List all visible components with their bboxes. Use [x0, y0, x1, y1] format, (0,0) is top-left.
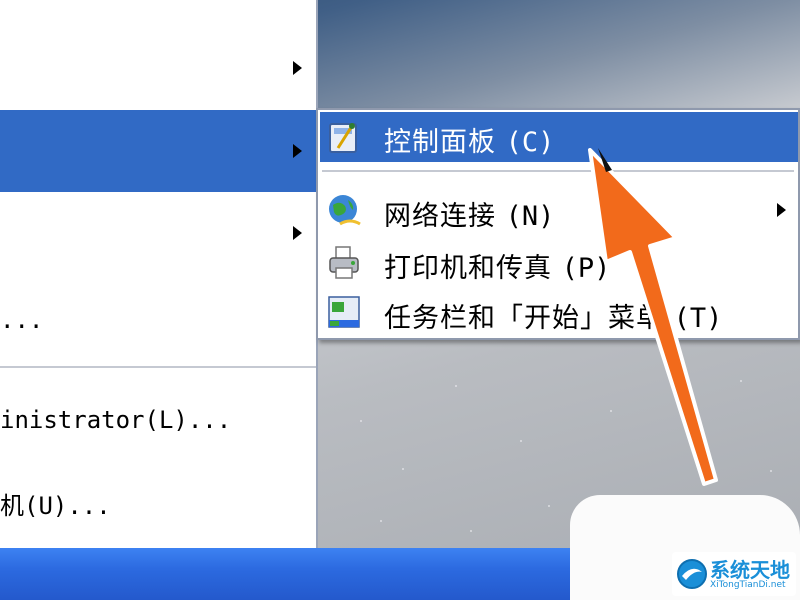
- control-panel-icon: [329, 123, 357, 153]
- start-menu-divider: [0, 366, 316, 368]
- submenu-item-label: 打印机和传真: [384, 253, 552, 284]
- start-menu-item-search[interactable]: [0, 205, 316, 261]
- submenu-arrow-icon: [293, 144, 302, 158]
- submenu-separator: [322, 170, 794, 172]
- submenu-item-label: 网络连接: [384, 201, 496, 232]
- start-menu-item-label: ...: [0, 306, 44, 334]
- submenu-item-shortcut: (T): [673, 303, 723, 334]
- start-menu-item-logoff[interactable]: inistrator(L)...: [0, 400, 316, 446]
- printer-icon: [329, 246, 359, 279]
- submenu-arrow-icon: [293, 226, 302, 240]
- submenu-item-shortcut: (N): [505, 201, 555, 232]
- submenu-arrow-icon: [777, 203, 786, 217]
- submenu-item-taskbar-start-menu[interactable]: 任务栏和「开始」菜单 (T): [320, 288, 798, 334]
- start-menu-item-run[interactable]: ...: [0, 300, 316, 346]
- watermark: 系统天地 XiTongTianDi.net: [672, 552, 796, 596]
- watermark-title: 系统天地: [710, 558, 790, 582]
- settings-submenu: 控制面板 (C) 网络连接 (N) 打印机和传真 (P) 任务栏和「开始」菜单 …: [316, 108, 800, 340]
- start-menu-item-label: inistrator(L)...: [0, 406, 232, 434]
- start-menu-item-settings[interactable]: [0, 110, 316, 192]
- submenu-item-shortcut: (C): [505, 127, 555, 158]
- submenu-item-network-connections[interactable]: 网络连接 (N): [320, 186, 798, 232]
- start-menu-item-upper[interactable]: [0, 40, 316, 96]
- submenu-item-label: 控制面板: [384, 127, 496, 158]
- submenu-item-printers-faxes[interactable]: 打印机和传真 (P): [320, 238, 798, 284]
- taskbar-settings-icon: [328, 296, 360, 328]
- start-menu-column: ... inistrator(L)... 机(U)...: [0, 0, 318, 548]
- start-menu-item-shutdown[interactable]: 机(U)...: [0, 478, 316, 524]
- network-globe-icon: [329, 195, 361, 226]
- watermark-logo-icon: [677, 559, 707, 589]
- submenu-item-shortcut: (P): [561, 253, 611, 284]
- submenu-item-label: 任务栏和「开始」菜单: [384, 303, 664, 334]
- start-menu-item-label: 机(U)...: [0, 492, 111, 520]
- watermark-url: XiTongTianDi.net: [710, 580, 786, 590]
- submenu-arrow-icon: [293, 61, 302, 75]
- submenu-item-control-panel[interactable]: 控制面板 (C): [320, 112, 798, 162]
